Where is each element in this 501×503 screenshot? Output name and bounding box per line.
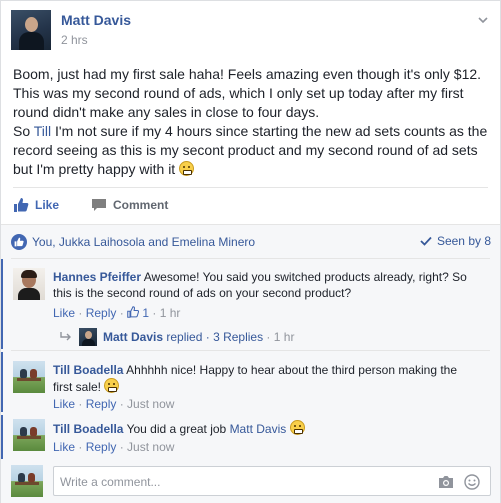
post-text-segment: So: [13, 123, 34, 139]
comment-reply-link[interactable]: Reply: [86, 440, 117, 454]
comment-like-link[interactable]: Like: [53, 397, 75, 411]
comment-time[interactable]: Just now: [127, 440, 174, 454]
post-paragraph-1: Boom, just had my first sale haha! Feels…: [13, 66, 482, 120]
commenter-name[interactable]: Till Boadella: [53, 422, 123, 436]
commenter-name[interactable]: Hannes Pfeiffer: [53, 270, 141, 284]
grimace-emoji-icon: [179, 161, 195, 176]
mention-link[interactable]: Till: [34, 123, 51, 139]
comment-like-count[interactable]: 1: [142, 306, 149, 320]
commenter-name[interactable]: Till Boadella: [53, 363, 123, 377]
comment-text: Till Boadella Ahhhhh nice! Happy to hear…: [53, 362, 473, 395]
mention-link[interactable]: Matt Davis: [230, 422, 287, 436]
comment-text: Hannes Pfeiffer Awesome! You said you sw…: [53, 269, 483, 301]
comment-meta: Like · Reply · Just now: [53, 397, 175, 411]
post-text-segment: I'm not sure if my 4 hours since startin…: [13, 123, 488, 177]
grimace-emoji-icon: [104, 378, 120, 393]
reactions-summary[interactable]: You, Jukka Laihosola and Emelina Minero: [11, 234, 255, 250]
seen-by[interactable]: Seen by 8: [420, 234, 491, 248]
post-card: Matt Davis 2 hrs Boom, just had my first…: [0, 0, 501, 503]
post-time[interactable]: 2 hrs: [61, 33, 88, 47]
reply-author[interactable]: Matt Davis: [103, 330, 163, 344]
comment-input[interactable]: [60, 473, 420, 491]
comment-time[interactable]: 1 hr: [160, 306, 181, 320]
replies-summary[interactable]: Matt Davis replied · 3 Replies · 1 hr: [59, 328, 294, 346]
emoji-icon[interactable]: [464, 474, 480, 490]
camera-icon[interactable]: [438, 474, 454, 490]
grimace-emoji-icon: [289, 420, 305, 435]
comments-section: You, Jukka Laihosola and Emelina Minero …: [1, 224, 500, 503]
post-paragraph-2: So Till I'm not sure if my 4 hours since…: [13, 122, 491, 179]
comment-item: Hannes Pfeiffer Awesome! You said you sw…: [1, 259, 500, 349]
reply-time: · 1 hr: [263, 330, 295, 344]
comment-text: Till Boadella You did a great job Matt D…: [53, 420, 473, 437]
thumbs-up-icon: [14, 198, 29, 212]
like-reaction-icon: [11, 234, 27, 250]
comment-reply-link[interactable]: Reply: [86, 397, 117, 411]
comment-label: Comment: [113, 198, 169, 212]
comment-meta: Like · Reply · 1 · 1 hr: [53, 306, 181, 320]
seen-by-label: Seen by 8: [436, 234, 491, 248]
comment-button[interactable]: Comment: [91, 193, 168, 217]
chevron-down-icon[interactable]: [477, 14, 489, 26]
divider: [11, 350, 490, 351]
commenter-avatar[interactable]: [13, 268, 45, 300]
comment-time[interactable]: Just now: [127, 397, 174, 411]
commenter-avatar[interactable]: [13, 361, 45, 393]
author-name[interactable]: Matt Davis: [61, 12, 131, 28]
action-bar: Like Comment: [13, 193, 491, 217]
reply-label: replied ·: [163, 330, 214, 344]
reactions-names[interactable]: You, Jukka Laihosola and Emelina Minero: [32, 235, 255, 249]
comment-item: Till Boadella You did a great job Matt D…: [1, 415, 500, 459]
current-user-avatar[interactable]: [11, 465, 43, 497]
post-body: Boom, just had my first sale haha! Feels…: [13, 65, 491, 179]
comment-body: You did a great job: [123, 422, 230, 436]
commenter-avatar[interactable]: [13, 419, 45, 451]
comment-item: Till Boadella Ahhhhh nice! Happy to hear…: [1, 352, 500, 412]
author-avatar[interactable]: [11, 10, 51, 50]
comment-reply-link[interactable]: Reply: [86, 306, 117, 320]
reply-avatar: [79, 328, 97, 346]
thumbs-up-icon: [127, 306, 140, 318]
comment-meta: Like · Reply · Just now: [53, 440, 175, 454]
like-label: Like: [35, 198, 60, 212]
comment-icon: [92, 199, 106, 211]
reactions-row: You, Jukka Laihosola and Emelina Minero …: [11, 234, 491, 250]
like-button[interactable]: Like: [13, 193, 59, 217]
divider: [13, 187, 488, 188]
post-header: Matt Davis 2 hrs: [11, 10, 491, 50]
comment-like-link[interactable]: Like: [53, 440, 75, 454]
reply-count[interactable]: 3 Replies: [213, 330, 263, 344]
comment-like-link[interactable]: Like: [53, 306, 75, 320]
write-comment-box: [53, 466, 491, 496]
reply-arrow-icon: [60, 332, 71, 341]
checkmark-icon: [420, 236, 432, 246]
